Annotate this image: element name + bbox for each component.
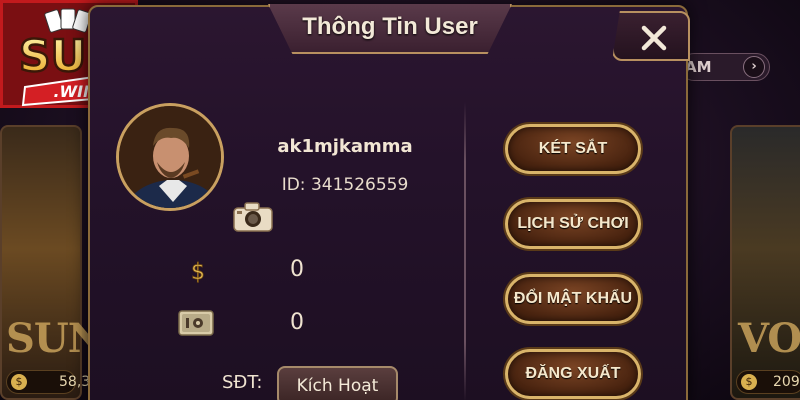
lobby-filter-pill[interactable]: AM › (680, 53, 770, 81)
game-card-title: VOI (738, 315, 800, 362)
close-icon[interactable] (640, 24, 668, 52)
dollar-coin-icon: $ (11, 374, 27, 390)
game-card-amount: $ 58,3 (6, 370, 90, 394)
game-card-amount-value: 209 (773, 374, 800, 390)
safe-box-button[interactable]: KÉT SẮT (505, 124, 641, 174)
game-card-left[interactable]: SUN $ 58,3 (0, 125, 104, 400)
game-card-amount-value: 58,3 (59, 374, 91, 390)
username: ak1mjkamma (277, 136, 413, 157)
dollar-coin-icon: $ (741, 374, 757, 390)
game-card-amount: $ 209 (736, 370, 800, 394)
change-password-button[interactable]: ĐỔI MẬT KHẨU (505, 274, 641, 324)
dialog-title: Thông Tin User (302, 13, 478, 40)
chevron-right-icon[interactable]: › (743, 56, 765, 78)
logout-button[interactable]: ĐĂNG XUẤT (505, 349, 641, 399)
close-button[interactable] (612, 11, 690, 61)
safe-balance-value: 0 (290, 310, 304, 335)
safe-icon (178, 309, 214, 341)
phone-label: SĐT: (222, 372, 263, 393)
user-id: ID: 341526559 (281, 175, 409, 195)
camera-icon[interactable] (233, 202, 273, 236)
svg-text:$: $ (191, 260, 205, 284)
play-history-button[interactable]: LỊCH SỬ CHƠI (505, 199, 641, 249)
balance-value: 0 (290, 257, 304, 282)
column-divider (464, 102, 466, 400)
activate-phone-button[interactable]: Kích Hoạt (277, 366, 398, 400)
avatar[interactable] (116, 103, 224, 211)
game-card-right[interactable]: VOI $ 209 (730, 125, 800, 400)
dollar-icon: $ (189, 258, 207, 288)
